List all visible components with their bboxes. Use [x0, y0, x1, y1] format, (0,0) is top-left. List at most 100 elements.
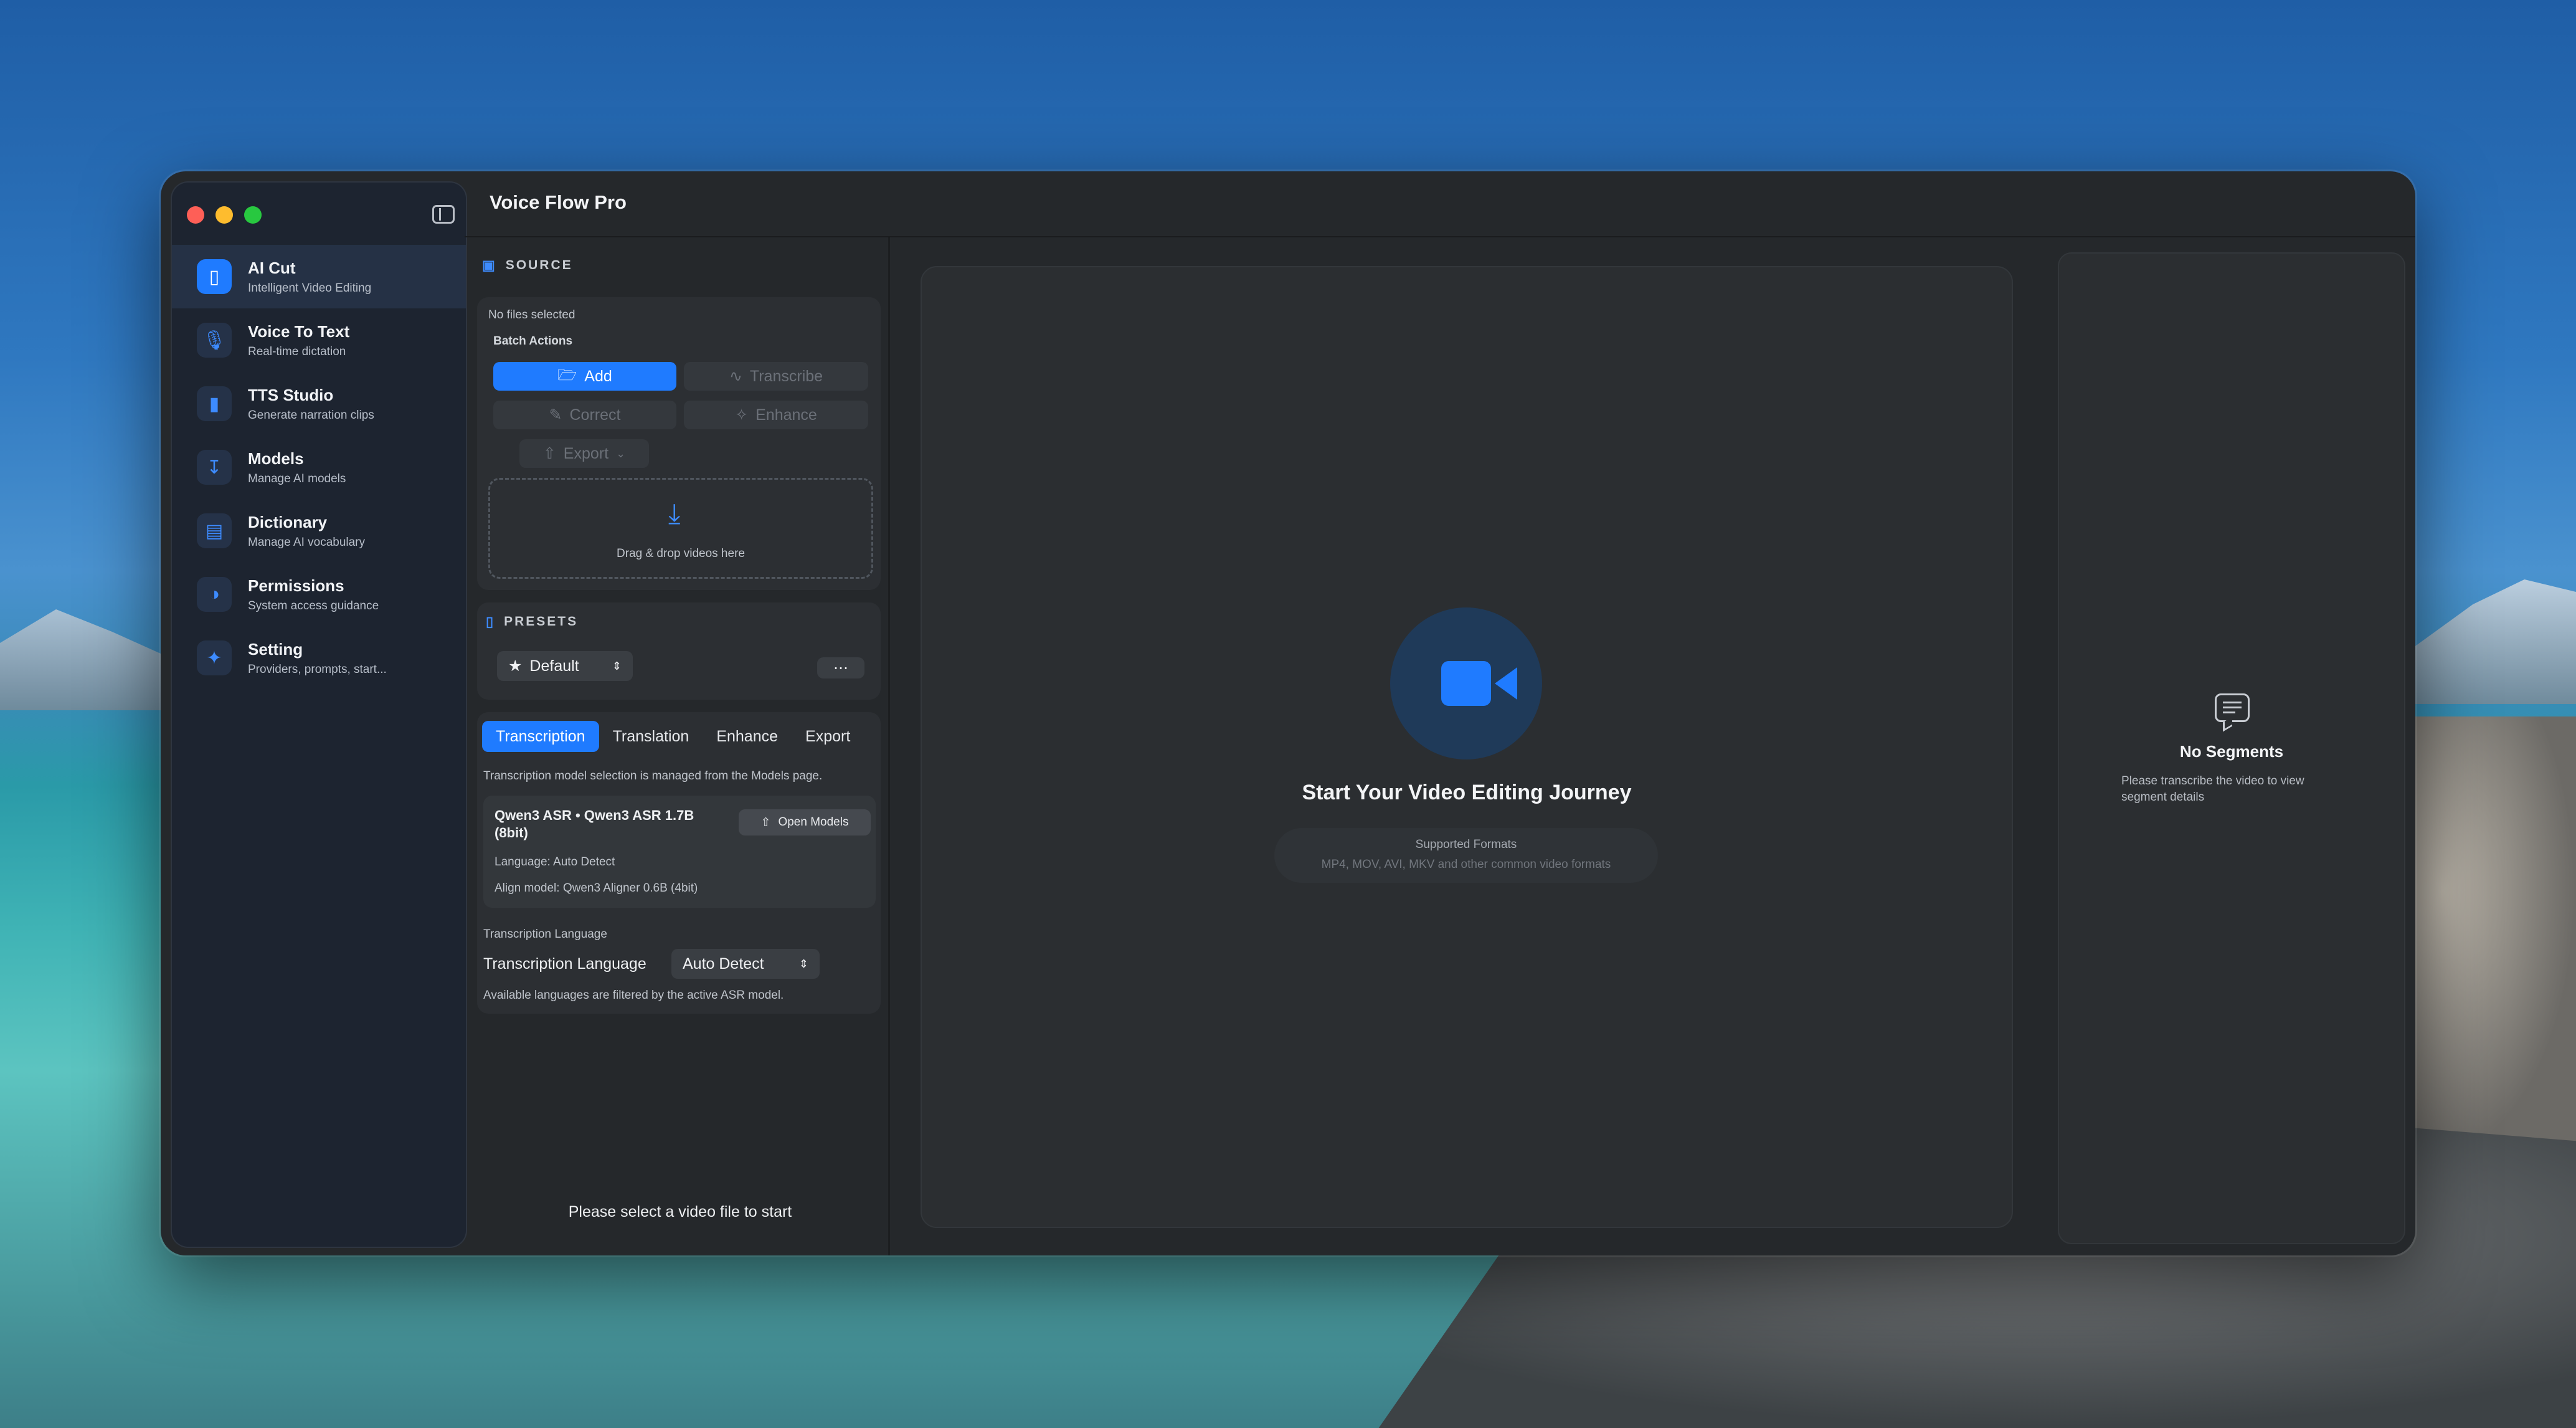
sidebar-item-title: Permissions [248, 576, 344, 595]
source-heading: ▣ SOURCE [482, 257, 573, 274]
supported-formats-text: MP4, MOV, AVI, MKV and other common vide… [1321, 858, 1611, 871]
more-options-icon: ⋯ [833, 659, 848, 677]
chevron-down-icon: ⌄ [616, 447, 626, 460]
sidebar-item-subtitle: Manage AI vocabulary [248, 535, 366, 549]
align-model-line: Align model: Qwen3 Aligner 0.6B (4bit) [495, 882, 698, 895]
sidebar-item-dictionary[interactable]: ▤ Dictionary Manage AI vocabulary [172, 499, 466, 563]
language-footnote: Available languages are filtered by the … [483, 989, 784, 1002]
supported-formats-pill: Supported Formats MP4, MOV, AVI, MKV and… [1274, 828, 1658, 883]
download-box-icon: ↧ [197, 450, 232, 485]
waveform-icon: ▯ [197, 259, 232, 294]
sidebar-item-subtitle: Real-time dictation [248, 345, 346, 358]
sidebar-item-ai-cut[interactable]: ▯ AI Cut Intelligent Video Editing [172, 245, 466, 308]
app-window: ▯ AI Cut Intelligent Video Editing 🎙 Voi… [161, 171, 2415, 1255]
mic-icon: 🎙 [197, 323, 232, 358]
sidebar-item-setting[interactable]: ✦ Setting Providers, prompts, start... [172, 626, 466, 690]
settings-card: Transcription Translation Enhance Export… [477, 712, 881, 1014]
drop-zone-text: Drag & drop videos here [617, 547, 745, 560]
presets-card: ▯ PRESETS ★ Default ⇕ ⋯ [477, 602, 881, 700]
background-mountain-left [0, 609, 187, 710]
sidebar-item-permissions[interactable]: ◑ Permissions System access guidance [172, 563, 466, 626]
magic-wand-icon: ✧ [735, 406, 749, 424]
model-info-card: Qwen3 ASR • Qwen3 ASR 1.7B (8bit) ⇧ Open… [483, 796, 876, 908]
waveform-icon: ∿ [729, 368, 742, 385]
zoom-window-button[interactable] [244, 206, 262, 224]
waveform-icon: ▮ [197, 386, 232, 421]
empty-state-title: Start Your Video Editing Journey [1302, 781, 1632, 804]
sidebar-nav: ▯ AI Cut Intelligent Video Editing 🎙 Voi… [172, 245, 466, 690]
title-bar [465, 171, 2415, 237]
transcription-language-value: Auto Detect [683, 954, 764, 973]
segments-pane: No Segments Please transcribe the video … [2058, 252, 2405, 1244]
tab-export[interactable]: Export [792, 721, 864, 752]
transcribe-button-label: Transcribe [749, 367, 823, 385]
presets-heading: ▯ PRESETS [486, 614, 578, 630]
preset-more-button[interactable]: ⋯ [817, 657, 864, 678]
transcription-language-section-label: Transcription Language [483, 928, 607, 941]
sidebar-item-subtitle: System access guidance [248, 599, 379, 612]
share-icon: ⇧ [542, 445, 556, 462]
tab-translation[interactable]: Translation [599, 721, 703, 752]
sidebar-item-title: Setting [248, 639, 303, 659]
settings-tabs: Transcription Translation Enhance Export [482, 721, 864, 752]
export-button-label: Export [563, 444, 609, 462]
minimize-window-button[interactable] [215, 206, 233, 224]
video-camera-icon [1441, 661, 1517, 706]
tab-enhance[interactable]: Enhance [703, 721, 792, 752]
book-icon: ▤ [197, 513, 232, 548]
bookmark-icon: ▯ [486, 614, 496, 629]
background-mountain-right [2404, 579, 2576, 704]
language-line: Language: Auto Detect [495, 855, 615, 869]
source-heading-label: SOURCE [505, 258, 573, 272]
drop-zone[interactable]: ⤓ Drag & drop videos here [488, 478, 873, 579]
export-menu-button[interactable]: ⇧ Export ⌄ [519, 439, 649, 468]
sidebar-item-models[interactable]: ↧ Models Manage AI models [172, 436, 466, 499]
video-camera-badge [1390, 607, 1542, 759]
add-button[interactable]: 🗁 Add [493, 362, 676, 391]
sidebar-item-tts-studio[interactable]: ▮ TTS Studio Generate narration clips [172, 372, 466, 436]
download-tray-icon: ⤓ [668, 498, 681, 529]
close-window-button[interactable] [187, 206, 204, 224]
add-button-label: Add [584, 367, 612, 385]
sidebar-item-voice-to-text[interactable]: 🎙 Voice To Text Real-time dictation [172, 308, 466, 372]
external-box-icon: ⇧ [760, 816, 771, 829]
up-down-chevron-icon: ⇕ [798, 957, 808, 970]
sidebar: ▯ AI Cut Intelligent Video Editing 🎙 Voi… [171, 181, 467, 1248]
message-icon [2215, 693, 2250, 722]
sidebar-item-subtitle: Generate narration clips [248, 408, 374, 422]
footer-status: Please select a video file to start [568, 1203, 792, 1221]
sidebar-toggle-icon[interactable] [432, 205, 455, 224]
sidebar-item-subtitle: Providers, prompts, start... [248, 662, 387, 676]
sidebar-item-title: Models [248, 449, 304, 468]
model-name: Qwen3 ASR • Qwen3 ASR 1.7B (8bit) [495, 807, 694, 840]
supported-formats-heading: Supported Formats [1415, 838, 1517, 851]
open-models-label: Open Models [778, 816, 849, 829]
video-preview-pane[interactable]: Start Your Video Editing Journey Support… [921, 266, 2013, 1228]
sidebar-item-subtitle: Intelligent Video Editing [248, 281, 372, 295]
preset-select-value: Default [529, 657, 579, 675]
sidebar-item-title: AI Cut [248, 258, 296, 277]
sidebar-item-title: Voice To Text [248, 321, 350, 341]
open-models-button[interactable]: ⇧ Open Models [739, 809, 871, 835]
no-segments-title: No Segments [2179, 742, 2284, 761]
transcription-note: Transcription model selection is managed… [483, 769, 823, 783]
presets-heading-label: PRESETS [504, 614, 579, 629]
correct-button[interactable]: ✎ Correct [493, 401, 676, 429]
window-controls [187, 206, 262, 224]
enhance-button-label: Enhance [755, 406, 817, 424]
sparkle-icon: ✦ [197, 640, 232, 675]
preset-select[interactable]: ★ Default ⇕ [497, 651, 633, 681]
folder-plus-icon: 🗁 [557, 366, 577, 384]
control-panel: ▣ SOURCE No files selected Batch Actions… [472, 237, 890, 1255]
enhance-button[interactable]: ✧ Enhance [684, 401, 868, 429]
no-segments-subtitle: Please transcribe the video to view segm… [2121, 774, 2304, 804]
app-title: Voice Flow Pro [490, 191, 627, 213]
sidebar-item-title: TTS Studio [248, 385, 334, 404]
transcribe-button[interactable]: ∿ Transcribe [684, 362, 868, 391]
transcription-language-select[interactable]: Auto Detect ⇕ [671, 949, 820, 979]
sidebar-item-subtitle: Manage AI models [248, 472, 346, 485]
correct-button-label: Correct [569, 406, 621, 424]
up-down-chevron-icon: ⇕ [612, 659, 622, 672]
edit-icon: ✎ [549, 406, 562, 424]
tab-transcription[interactable]: Transcription [482, 721, 599, 752]
